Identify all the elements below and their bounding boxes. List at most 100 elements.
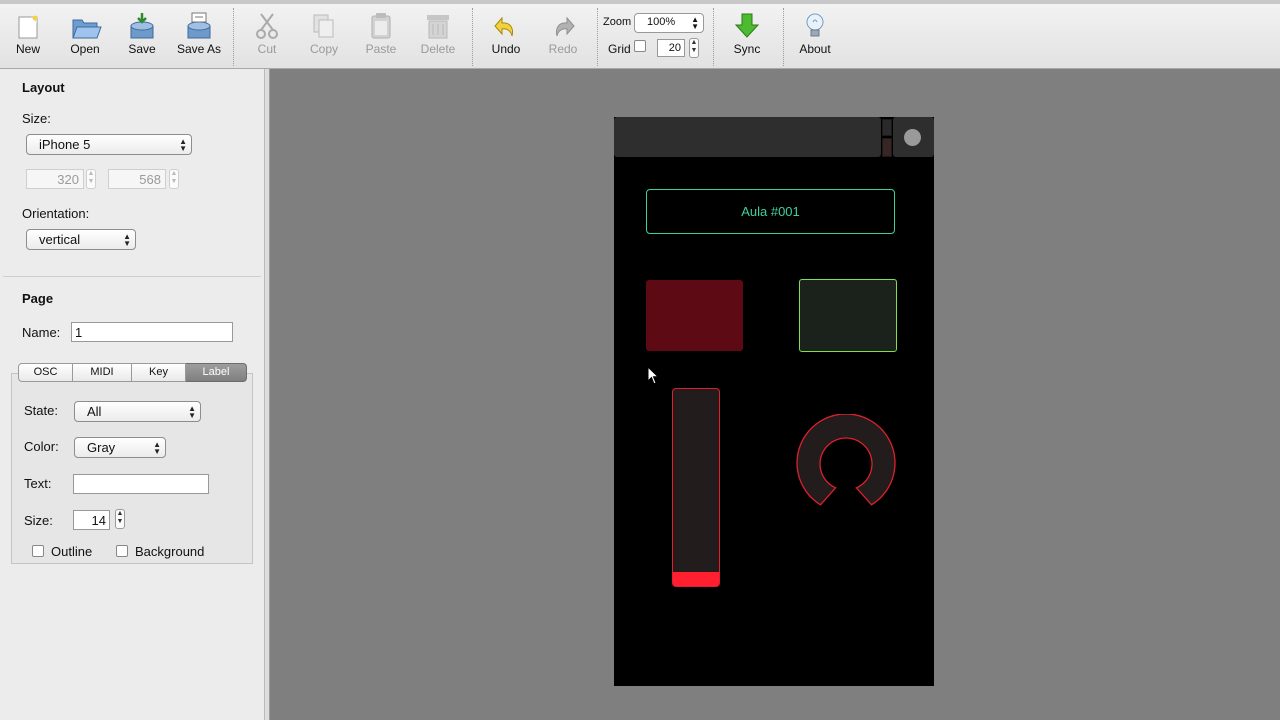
- trash-icon: [427, 15, 449, 39]
- sync-label: Sync: [733, 42, 761, 56]
- undo-arrow-icon: [494, 16, 513, 37]
- new-label: New: [15, 42, 40, 56]
- layout-height-input[interactable]: 568: [108, 169, 166, 189]
- save-button[interactable]: Save: [114, 10, 170, 56]
- save-disk-icon: [130, 13, 154, 39]
- open-button[interactable]: Open: [57, 10, 113, 56]
- color-label: Color:: [24, 439, 59, 454]
- sync-down-arrow-icon: [734, 13, 760, 38]
- open-label: Open: [70, 42, 100, 56]
- font-size-stepper[interactable]: ▲ ▼: [115, 509, 125, 529]
- background-checkbox[interactable]: [116, 545, 128, 557]
- layout-width-input[interactable]: 320: [26, 169, 84, 189]
- zoom-value: 100%: [647, 16, 676, 28]
- orientation-select[interactable]: vertical ▲ ▼: [26, 229, 136, 250]
- grid-size-stepper[interactable]: ▲ ▼: [689, 38, 699, 58]
- select-arrows-icon: ▲ ▼: [153, 440, 161, 456]
- toolbar-separator: [472, 8, 473, 66]
- grid-size-input[interactable]: 20: [657, 39, 685, 57]
- clipboard-paste-icon: [371, 13, 391, 39]
- size-label: Size:: [22, 111, 51, 126]
- color-select[interactable]: Gray ▲ ▼: [74, 437, 166, 458]
- grid-checkbox[interactable]: [634, 40, 646, 52]
- undo-button[interactable]: Undo: [478, 10, 534, 56]
- orientation-value: vertical: [39, 232, 81, 247]
- save-as-button[interactable]: Save As: [171, 10, 227, 56]
- cut-label: Cut: [257, 42, 277, 56]
- label-widget-text: Aula #001: [741, 204, 800, 219]
- paste-button[interactable]: Paste: [353, 10, 409, 56]
- layout-width-stepper[interactable]: ▲ ▼: [86, 169, 96, 189]
- color-value: Gray: [87, 440, 116, 455]
- device-preview: Aula #001: [614, 117, 934, 686]
- lightbulb-icon: [806, 13, 824, 37]
- font-size-label: Size:: [24, 513, 53, 528]
- page-name-input[interactable]: 1: [71, 322, 233, 342]
- section-divider: [3, 276, 261, 277]
- tab-osc[interactable]: OSC: [18, 363, 73, 382]
- sync-button[interactable]: Sync: [719, 10, 775, 56]
- new-document-icon: [18, 15, 38, 39]
- fader-widget[interactable]: [672, 388, 720, 587]
- redo-arrow-icon: [556, 16, 575, 37]
- copy-label: Copy: [309, 42, 338, 56]
- redo-label: Redo: [548, 42, 578, 56]
- paste-label: Paste: [365, 42, 397, 56]
- label-text-input[interactable]: [73, 474, 209, 494]
- zoom-select[interactable]: 100% ▲ ▼: [634, 13, 704, 33]
- text-label: Text:: [24, 476, 52, 491]
- outline-checkbox[interactable]: [32, 545, 44, 557]
- control-type-tabs: OSC MIDI Key Label: [18, 363, 247, 382]
- label-tab-panel: State: All ▲ ▼ Color: Gray ▲ ▼ Text: Size: 1…: [11, 373, 253, 564]
- scissors-icon: [256, 13, 278, 39]
- page-indicator-strip: [882, 119, 892, 157]
- select-arrows-icon: ▲ ▼: [188, 404, 196, 420]
- page-section-title: Page: [22, 291, 54, 306]
- page-tab-bar[interactable]: [614, 117, 881, 157]
- toolbar-separator: [233, 8, 234, 66]
- rotary-ring: [796, 414, 896, 506]
- tab-label[interactable]: Label: [186, 363, 247, 382]
- save-label: Save: [128, 42, 156, 56]
- layout-section-title: Layout: [22, 80, 65, 95]
- tab-midi[interactable]: MIDI: [73, 363, 132, 382]
- toolbar-separator: [713, 8, 714, 66]
- state-label: State:: [24, 403, 58, 418]
- save-as-label: Save As: [176, 42, 222, 56]
- orientation-label: Orientation:: [22, 206, 90, 221]
- zoom-label: Zoom: [603, 16, 632, 28]
- delete-button[interactable]: Delete: [410, 10, 466, 56]
- toolbar: New Open Save Save As Cut Copy Paste Del…: [0, 4, 1280, 69]
- toggle-button-widget[interactable]: [799, 279, 897, 352]
- select-arrows-icon: ▲ ▼: [123, 232, 131, 248]
- save-as-disk-icon: [187, 12, 211, 39]
- new-button[interactable]: New: [0, 10, 56, 56]
- fader-fill: [673, 572, 719, 586]
- device-size-value: iPhone 5: [39, 137, 91, 152]
- layout-height-stepper[interactable]: ▲ ▼: [169, 169, 179, 189]
- mouse-pointer-icon: [647, 366, 660, 385]
- tab-key[interactable]: Key: [132, 363, 186, 382]
- state-value: All: [87, 404, 102, 419]
- menu-dot-icon: [904, 129, 921, 146]
- toolbar-separator: [783, 8, 784, 66]
- undo-label: Undo: [491, 42, 521, 56]
- grid-label: Grid: [608, 42, 631, 56]
- select-arrows-icon: ▲ ▼: [179, 137, 187, 153]
- rotary-knob-widget[interactable]: [796, 414, 896, 508]
- label-widget[interactable]: Aula #001: [646, 189, 895, 234]
- about-button[interactable]: About: [787, 10, 843, 56]
- redo-button[interactable]: Redo: [535, 10, 591, 56]
- about-label: About: [799, 42, 831, 56]
- device-size-select[interactable]: iPhone 5 ▲ ▼: [26, 134, 192, 155]
- page-name-label: Name:: [22, 325, 61, 340]
- delete-label: Delete: [420, 42, 456, 56]
- push-button-widget[interactable]: [646, 280, 743, 351]
- copy-button[interactable]: Copy: [296, 10, 352, 56]
- font-size-input[interactable]: 14: [73, 510, 110, 530]
- state-select[interactable]: All ▲ ▼: [74, 401, 201, 422]
- outline-label: Outline: [51, 544, 93, 559]
- folder-open-icon: [72, 19, 102, 39]
- cut-button[interactable]: Cut: [239, 10, 295, 56]
- select-arrows-icon: ▲ ▼: [691, 15, 699, 31]
